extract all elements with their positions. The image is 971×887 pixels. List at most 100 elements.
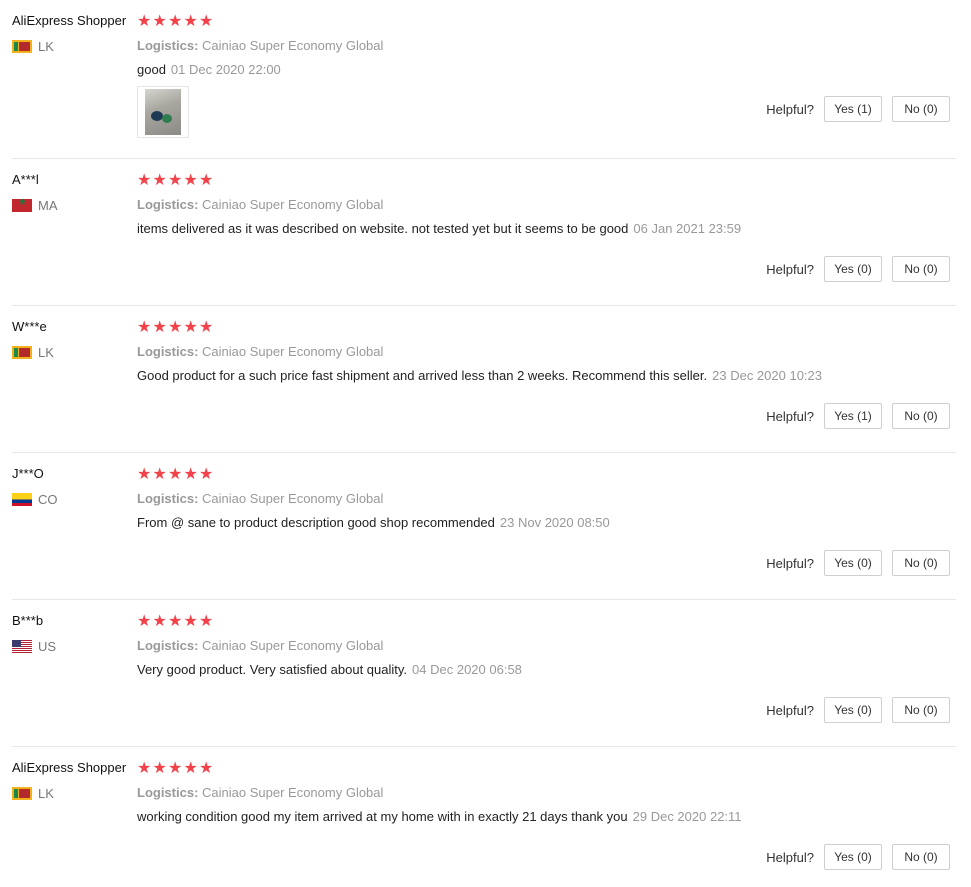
logistics-info: Logistics: Cainiao Super Economy Global (137, 785, 956, 800)
helpful-no-button[interactable]: No (0) (892, 96, 950, 122)
star-rating: ★★★★★ (137, 466, 956, 484)
helpful-yes-button[interactable]: Yes (1) (824, 96, 882, 122)
flag-co-icon (12, 493, 32, 506)
reviewer-name: B***b (12, 613, 44, 628)
review-item: AliExpress Shopper LK ★★★★★ Logistics: C… (12, 0, 956, 159)
helpful-vote: Helpful? Yes (0) No (0) (766, 256, 950, 282)
flag-lk-icon (12, 40, 32, 53)
star-icon: ★ (137, 466, 152, 483)
logistics-value: Cainiao Super Economy Global (202, 197, 384, 212)
review-body: ★★★★★ Logistics: Cainiao Super Economy G… (137, 172, 956, 236)
review-content: Very good product. Very satisfied about … (137, 662, 956, 677)
star-icon: ★ (137, 760, 152, 777)
country-code: MA (38, 198, 58, 213)
reviewer-country: CO (12, 492, 137, 507)
country-code: CO (38, 492, 58, 507)
logistics-value: Cainiao Super Economy Global (202, 638, 384, 653)
helpful-label: Helpful? (766, 849, 814, 865)
star-icon: ★ (168, 466, 183, 483)
review-item: A***l MA ★★★★★ Logistics: Cainiao Super … (12, 159, 956, 306)
helpful-no-button[interactable]: No (0) (892, 697, 950, 723)
reviewer-info: W***e LK (12, 319, 137, 360)
reviewer-country: US (12, 639, 137, 654)
logistics-label: Logistics: (137, 638, 199, 653)
review-text: working condition good my item arrived a… (137, 809, 628, 824)
star-icon: ★ (152, 172, 167, 189)
review-content: good 01 Dec 2020 22:00 (137, 62, 956, 77)
helpful-label: Helpful? (766, 702, 814, 718)
review-date: 01 Dec 2020 22:00 (170, 62, 281, 77)
helpful-no-button[interactable]: No (0) (892, 256, 950, 282)
star-icon: ★ (137, 319, 152, 336)
reviewer-info: J***O CO (12, 466, 137, 507)
review-photo-thumbnail[interactable] (137, 86, 189, 138)
helpful-no-button[interactable]: No (0) (892, 844, 950, 870)
star-icon: ★ (199, 13, 214, 30)
logistics-value: Cainiao Super Economy Global (202, 785, 384, 800)
review-text: From @ sane to product description good … (137, 515, 495, 530)
flag-lk-icon (12, 787, 32, 800)
star-icon: ★ (168, 13, 183, 30)
review-photo-image (145, 89, 181, 135)
feedback-list: AliExpress Shopper LK ★★★★★ Logistics: C… (0, 0, 971, 887)
country-code: LK (38, 39, 54, 54)
reviewer-country: LK (12, 786, 137, 801)
review-body: ★★★★★ Logistics: Cainiao Super Economy G… (137, 319, 956, 383)
logistics-label: Logistics: (137, 38, 199, 53)
star-icon: ★ (183, 760, 198, 777)
review-item: B***b US ★★★★★ Logistics: Cainiao Super … (12, 600, 956, 747)
review-date: 23 Dec 2020 10:23 (712, 368, 822, 383)
helpful-yes-button[interactable]: Yes (0) (824, 550, 882, 576)
star-icon: ★ (152, 613, 167, 630)
star-icon: ★ (183, 319, 198, 336)
logistics-info: Logistics: Cainiao Super Economy Global (137, 344, 956, 359)
helpful-vote: Helpful? Yes (0) No (0) (766, 844, 950, 870)
logistics-value: Cainiao Super Economy Global (202, 38, 384, 53)
star-rating: ★★★★★ (137, 760, 956, 778)
reviewer-country: LK (12, 39, 137, 54)
star-icon: ★ (199, 172, 214, 189)
star-rating: ★★★★★ (137, 319, 956, 337)
logistics-value: Cainiao Super Economy Global (202, 491, 384, 506)
star-icon: ★ (137, 13, 152, 30)
star-icon: ★ (152, 13, 167, 30)
review-text: items delivered as it was described on w… (137, 221, 629, 236)
star-icon: ★ (168, 319, 183, 336)
review-content: items delivered as it was described on w… (137, 221, 956, 236)
star-icon: ★ (168, 613, 183, 630)
star-icon: ★ (183, 466, 198, 483)
reviewer-info: A***l MA (12, 172, 137, 213)
helpful-no-button[interactable]: No (0) (892, 550, 950, 576)
review-date: 04 Dec 2020 06:58 (412, 662, 522, 677)
star-icon: ★ (168, 172, 183, 189)
helpful-yes-button[interactable]: Yes (0) (824, 844, 882, 870)
helpful-no-button[interactable]: No (0) (892, 403, 950, 429)
star-icon: ★ (152, 760, 167, 777)
helpful-label: Helpful? (766, 261, 814, 277)
logistics-info: Logistics: Cainiao Super Economy Global (137, 197, 956, 212)
country-code: US (38, 639, 57, 654)
logistics-info: Logistics: Cainiao Super Economy Global (137, 491, 956, 506)
review-content: From @ sane to product description good … (137, 515, 956, 530)
review-text: good (137, 62, 166, 77)
helpful-yes-button[interactable]: Yes (0) (824, 256, 882, 282)
review-date: 29 Dec 2020 22:11 (632, 809, 742, 824)
reviewer-name: A***l (12, 172, 39, 187)
review-item: J***O CO ★★★★★ Logistics: Cainiao Super … (12, 453, 956, 600)
helpful-yes-button[interactable]: Yes (1) (824, 403, 882, 429)
helpful-yes-button[interactable]: Yes (0) (824, 697, 882, 723)
country-code: LK (38, 345, 54, 360)
star-icon: ★ (137, 172, 152, 189)
review-date: 23 Nov 2020 08:50 (499, 515, 610, 530)
review-text: Very good product. Very satisfied about … (137, 662, 408, 677)
helpful-label: Helpful? (766, 408, 814, 424)
star-icon: ★ (137, 613, 152, 630)
helpful-label: Helpful? (766, 101, 814, 117)
reviewer-info: AliExpress Shopper LK (12, 13, 137, 54)
reviewer-name: W***e (12, 319, 47, 334)
review-text: Good product for a such price fast shipm… (137, 368, 708, 383)
star-rating: ★★★★★ (137, 613, 956, 631)
star-icon: ★ (199, 613, 214, 630)
helpful-vote: Helpful? Yes (1) No (0) (766, 96, 950, 122)
logistics-label: Logistics: (137, 197, 199, 212)
